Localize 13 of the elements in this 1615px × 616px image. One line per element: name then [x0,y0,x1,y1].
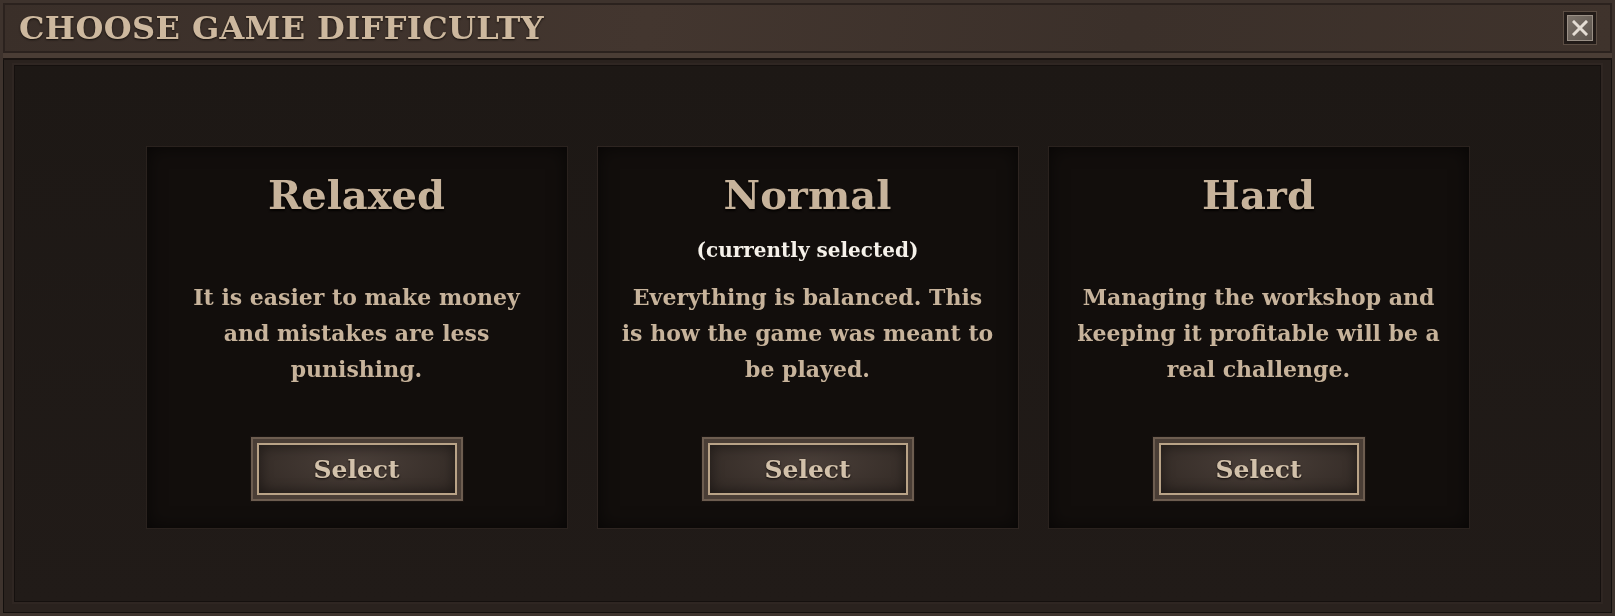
difficulty-title: Relaxed [267,170,446,220]
window-title: CHOOSE GAME DIFFICULTY [19,12,545,44]
select-button[interactable]: Select [701,437,914,501]
difficulty-title: Hard [1202,170,1315,220]
difficulty-title: Normal [723,170,892,220]
difficulty-description: Managing the workshop and keeping it profitable will be a real challenge. [1077,283,1440,384]
select-button[interactable]: Select [250,437,463,501]
difficulty-description: Everything is balanced. This is how the game was meant to be played. [621,283,994,384]
close-button[interactable] [1564,12,1596,44]
close-icon [1572,20,1588,36]
selected-note: (currently selected) [696,237,919,264]
select-button[interactable]: Select [1152,437,1365,501]
difficulty-description: It is easier to make money and mistakes are less punishing. [193,283,520,384]
